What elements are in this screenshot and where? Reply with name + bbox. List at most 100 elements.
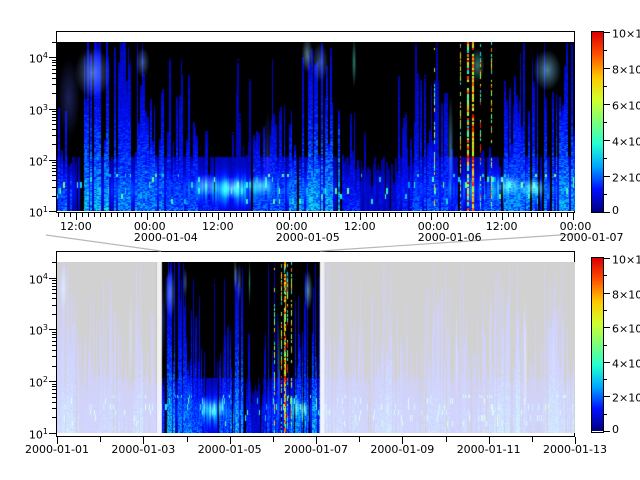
- axis-tick: [265, 213, 266, 217]
- axis-tick: [52, 117, 56, 118]
- colorbar-tick-label: 4×107: [612, 133, 640, 148]
- x-tick-label: 2000-01-09: [367, 444, 437, 455]
- axis-tick: [377, 213, 378, 217]
- axis-tick: [604, 104, 610, 105]
- axis-tick: [52, 165, 56, 166]
- x-tick-label: 2000-01-11: [454, 444, 524, 455]
- axis-tick: [348, 213, 349, 217]
- axis-tick: [407, 213, 408, 217]
- x-tick-label: 2000-01-03: [108, 444, 178, 455]
- axis-tick: [318, 213, 319, 217]
- axis-tick: [478, 213, 479, 217]
- axis-tick: [58, 213, 59, 217]
- axis-tick: [52, 65, 56, 66]
- colorbar-tick-label: 6×107: [612, 97, 640, 112]
- axis-tick: [301, 213, 302, 217]
- axis-tick: [604, 258, 610, 259]
- axis-tick: [543, 213, 544, 217]
- axis-tick: [446, 437, 447, 442]
- axis-tick: [194, 213, 195, 217]
- axis-tick: [188, 213, 189, 217]
- axis-tick: [52, 168, 56, 169]
- axis-tick: [182, 213, 183, 217]
- axis-tick: [52, 337, 56, 338]
- axis-tick: [206, 213, 207, 217]
- spectrogram-viewer: 12:0000:002000-01-0412:0000:002000-01-05…: [0, 0, 640, 480]
- y-tick-label: 104: [22, 271, 48, 286]
- axis-tick: [111, 213, 112, 217]
- x-tick-date-label: 2000-01-05: [276, 232, 340, 243]
- axis-tick: [52, 162, 56, 163]
- axis-tick: [52, 262, 56, 263]
- axis-tick: [52, 60, 56, 61]
- axis-tick: [573, 213, 574, 220]
- axis-tick: [52, 286, 56, 287]
- axis-tick: [52, 171, 56, 172]
- axis-tick: [52, 42, 56, 43]
- axis-tick: [230, 213, 231, 217]
- axis-tick: [342, 213, 343, 217]
- axis-tick: [187, 437, 188, 442]
- axis-tick: [389, 213, 390, 217]
- axis-tick: [454, 213, 455, 217]
- axis-tick: [176, 213, 177, 217]
- axis-tick: [52, 293, 56, 294]
- axis-tick: [604, 396, 610, 397]
- axis-tick: [336, 213, 337, 217]
- axis-tick: [604, 50, 607, 51]
- axis-tick: [49, 381, 56, 382]
- axis-tick: [330, 213, 331, 217]
- axis-tick: [295, 213, 296, 217]
- axis-tick: [259, 213, 260, 217]
- detail-spectrogram-canvas[interactable]: [57, 42, 575, 211]
- axis-tick: [123, 213, 124, 217]
- axis-tick: [604, 212, 610, 213]
- axis-tick: [359, 437, 360, 442]
- colorbar-tick-label: 2×107: [612, 389, 640, 404]
- axis-tick: [159, 213, 160, 217]
- axis-tick: [82, 213, 83, 217]
- colorbar-tick-label: 8×107: [612, 286, 640, 301]
- axis-tick: [312, 213, 313, 217]
- axis-tick: [200, 213, 201, 217]
- axis-tick: [525, 213, 526, 217]
- axis-tick: [604, 362, 610, 363]
- axis-tick: [532, 437, 533, 442]
- axis-tick: [604, 32, 610, 33]
- axis-tick: [52, 124, 56, 125]
- axis-tick: [52, 345, 56, 346]
- axis-tick: [52, 397, 56, 398]
- axis-tick: [561, 213, 562, 217]
- axis-tick: [283, 213, 284, 217]
- axis-tick: [52, 289, 56, 290]
- axis-tick: [224, 213, 225, 217]
- x-tick-label: 2000-01-05: [195, 444, 265, 455]
- x-tick-label: 12:00: [56, 221, 96, 232]
- axis-tick: [64, 213, 65, 217]
- axis-tick: [129, 213, 130, 217]
- axis-tick: [105, 213, 106, 217]
- axis-tick: [247, 213, 248, 217]
- axis-tick: [271, 213, 272, 217]
- axis-tick: [531, 213, 532, 217]
- axis-tick: [52, 350, 56, 351]
- axis-tick: [171, 213, 172, 217]
- axis-tick: [52, 120, 56, 121]
- colorbar-tick-label: 0: [612, 205, 619, 216]
- axis-tick: [273, 437, 274, 442]
- axis-tick: [76, 213, 77, 220]
- axis-tick: [289, 213, 290, 220]
- axis-tick: [604, 140, 610, 141]
- y-tick-label: 102: [22, 374, 48, 389]
- axis-tick: [277, 213, 278, 217]
- axis-tick: [366, 213, 367, 217]
- axis-tick: [604, 327, 610, 328]
- x-tick-label: 2000-01-13: [540, 444, 610, 455]
- axis-tick: [135, 213, 136, 217]
- axis-tick: [604, 345, 607, 346]
- x-tick-label: 2000-01-01: [22, 444, 92, 455]
- axis-tick: [52, 408, 56, 409]
- axis-tick: [395, 213, 396, 217]
- axis-tick: [52, 389, 56, 390]
- zoom-window-highlight[interactable]: [161, 252, 320, 436]
